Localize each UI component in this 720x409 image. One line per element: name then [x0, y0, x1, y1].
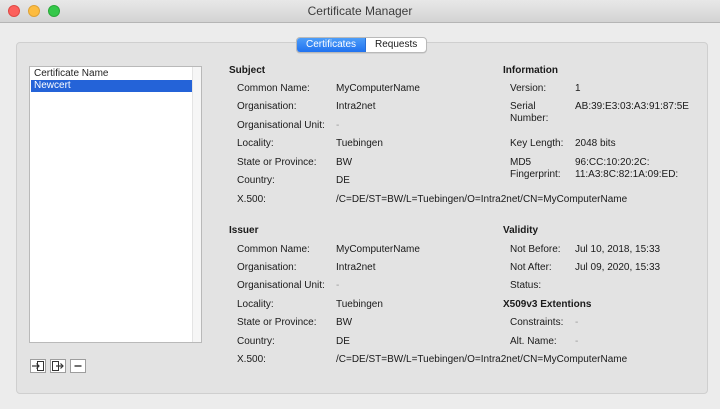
list-scrollbar[interactable]	[192, 67, 201, 342]
issuer-locality-value: Tuebingen	[336, 299, 383, 310]
subject-state-value: BW	[336, 157, 353, 168]
constraints-value: -	[575, 317, 579, 328]
issuer-state-label: State or Province:	[237, 317, 317, 328]
subject-org-unit-label: Organisational Unit:	[237, 120, 325, 131]
key-length-label: Key Length:	[510, 138, 564, 149]
issuer-common-name-label: Common Name:	[237, 244, 310, 255]
subject-state-label: State or Province:	[237, 157, 317, 168]
certificate-list[interactable]: Certificate Name Newcert	[29, 66, 202, 343]
validity-heading: Validity	[503, 225, 539, 236]
serial-label-line2: Number:	[510, 113, 549, 124]
subject-x500-value: /C=DE/ST=BW/L=Tuebingen/O=Intra2net/CN=M…	[336, 194, 628, 205]
issuer-locality-label: Locality:	[237, 299, 274, 310]
constraints-label: Constraints:	[510, 317, 564, 328]
import-icon	[32, 361, 44, 371]
issuer-common-name-value: MyComputerName	[336, 244, 420, 255]
information-heading: Information	[503, 65, 558, 76]
not-after-value: Jul 09, 2020, 15:33	[575, 262, 661, 273]
md5-value-line1: 96:CC:10:20:2C:	[575, 157, 650, 168]
not-before-value: Jul 10, 2018, 15:33	[575, 244, 661, 255]
list-item[interactable]: Newcert	[31, 80, 192, 92]
extensions-heading: X509v3 Extentions	[503, 299, 592, 310]
not-before-label: Not Before:	[510, 244, 561, 255]
serial-value: AB:39:E3:03:A3:91:87:5E	[575, 101, 689, 112]
subject-organisation-label: Organisation:	[237, 101, 297, 112]
tab-certificates[interactable]: Certificates	[297, 38, 367, 52]
subject-x500-label: X.500:	[237, 194, 266, 205]
issuer-state-value: BW	[336, 317, 353, 328]
issuer-organisation-value: Intra2net	[336, 262, 376, 273]
issuer-organisation-label: Organisation:	[237, 262, 297, 273]
issuer-org-unit-value: -	[336, 280, 340, 291]
md5-label-line1: MD5	[510, 157, 532, 168]
import-button[interactable]	[30, 359, 46, 373]
version-value: 1	[575, 83, 581, 94]
subject-common-name-label: Common Name:	[237, 83, 310, 94]
issuer-country-label: Country:	[237, 336, 275, 347]
subject-locality-label: Locality:	[237, 138, 274, 149]
status-label: Status:	[510, 280, 542, 291]
window-title: Certificate Manager	[307, 4, 413, 18]
export-button[interactable]	[50, 359, 66, 373]
version-label: Version:	[510, 83, 547, 94]
tab-segmented-control: Certificates Requests	[296, 37, 428, 53]
remove-button[interactable]	[70, 359, 86, 373]
alt-name-label: Alt. Name:	[510, 336, 557, 347]
issuer-country-value: DE	[336, 336, 350, 347]
export-icon	[52, 361, 64, 371]
list-column-header: Certificate Name	[34, 68, 109, 79]
not-after-label: Not After:	[510, 262, 552, 273]
key-length-value: 2048 bits	[575, 138, 616, 149]
issuer-x500-label: X.500:	[237, 354, 266, 365]
subject-heading: Subject	[229, 65, 266, 76]
title-bar: Certificate Manager	[0, 0, 720, 23]
issuer-heading: Issuer	[229, 225, 259, 236]
md5-label-line2: Fingerprint:	[510, 169, 561, 180]
serial-label-line1: Serial	[510, 101, 536, 112]
alt-name-value: -	[575, 336, 579, 347]
subject-org-unit-value: -	[336, 120, 340, 131]
minus-icon	[73, 361, 83, 371]
md5-value-line2: 11:A3:8C:82:1A:09:ED:	[575, 169, 679, 180]
subject-country-value: DE	[336, 175, 350, 186]
subject-country-label: Country:	[237, 175, 275, 186]
issuer-x500-value: /C=DE/ST=BW/L=Tuebingen/O=Intra2net/CN=M…	[336, 354, 628, 365]
subject-locality-value: Tuebingen	[336, 138, 383, 149]
subject-common-name-value: MyComputerName	[336, 83, 420, 94]
tab-requests[interactable]: Requests	[366, 38, 426, 52]
subject-organisation-value: Intra2net	[336, 101, 376, 112]
issuer-org-unit-label: Organisational Unit:	[237, 280, 325, 291]
